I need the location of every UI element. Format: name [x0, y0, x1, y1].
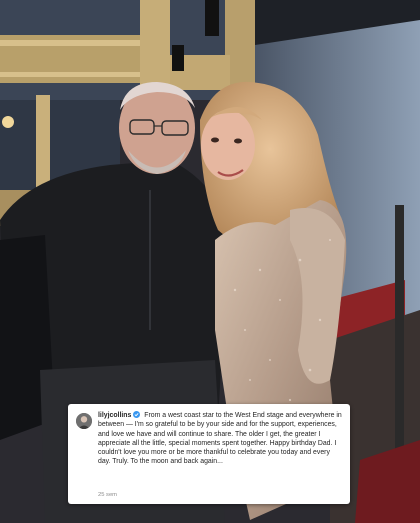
post-timestamp: 25 sem — [98, 492, 118, 498]
instagram-caption-card: lilyjcollins From a west coast star to t… — [68, 404, 350, 504]
caption-text: lilyjcollins From a west coast star to t… — [98, 411, 342, 467]
caption-body: From a west coast star to the West End s… — [98, 412, 342, 466]
verified-badge-icon — [133, 411, 141, 418]
profile-avatar-icon[interactable] — [76, 413, 92, 429]
username-link[interactable]: lilyjcollins — [98, 412, 131, 419]
